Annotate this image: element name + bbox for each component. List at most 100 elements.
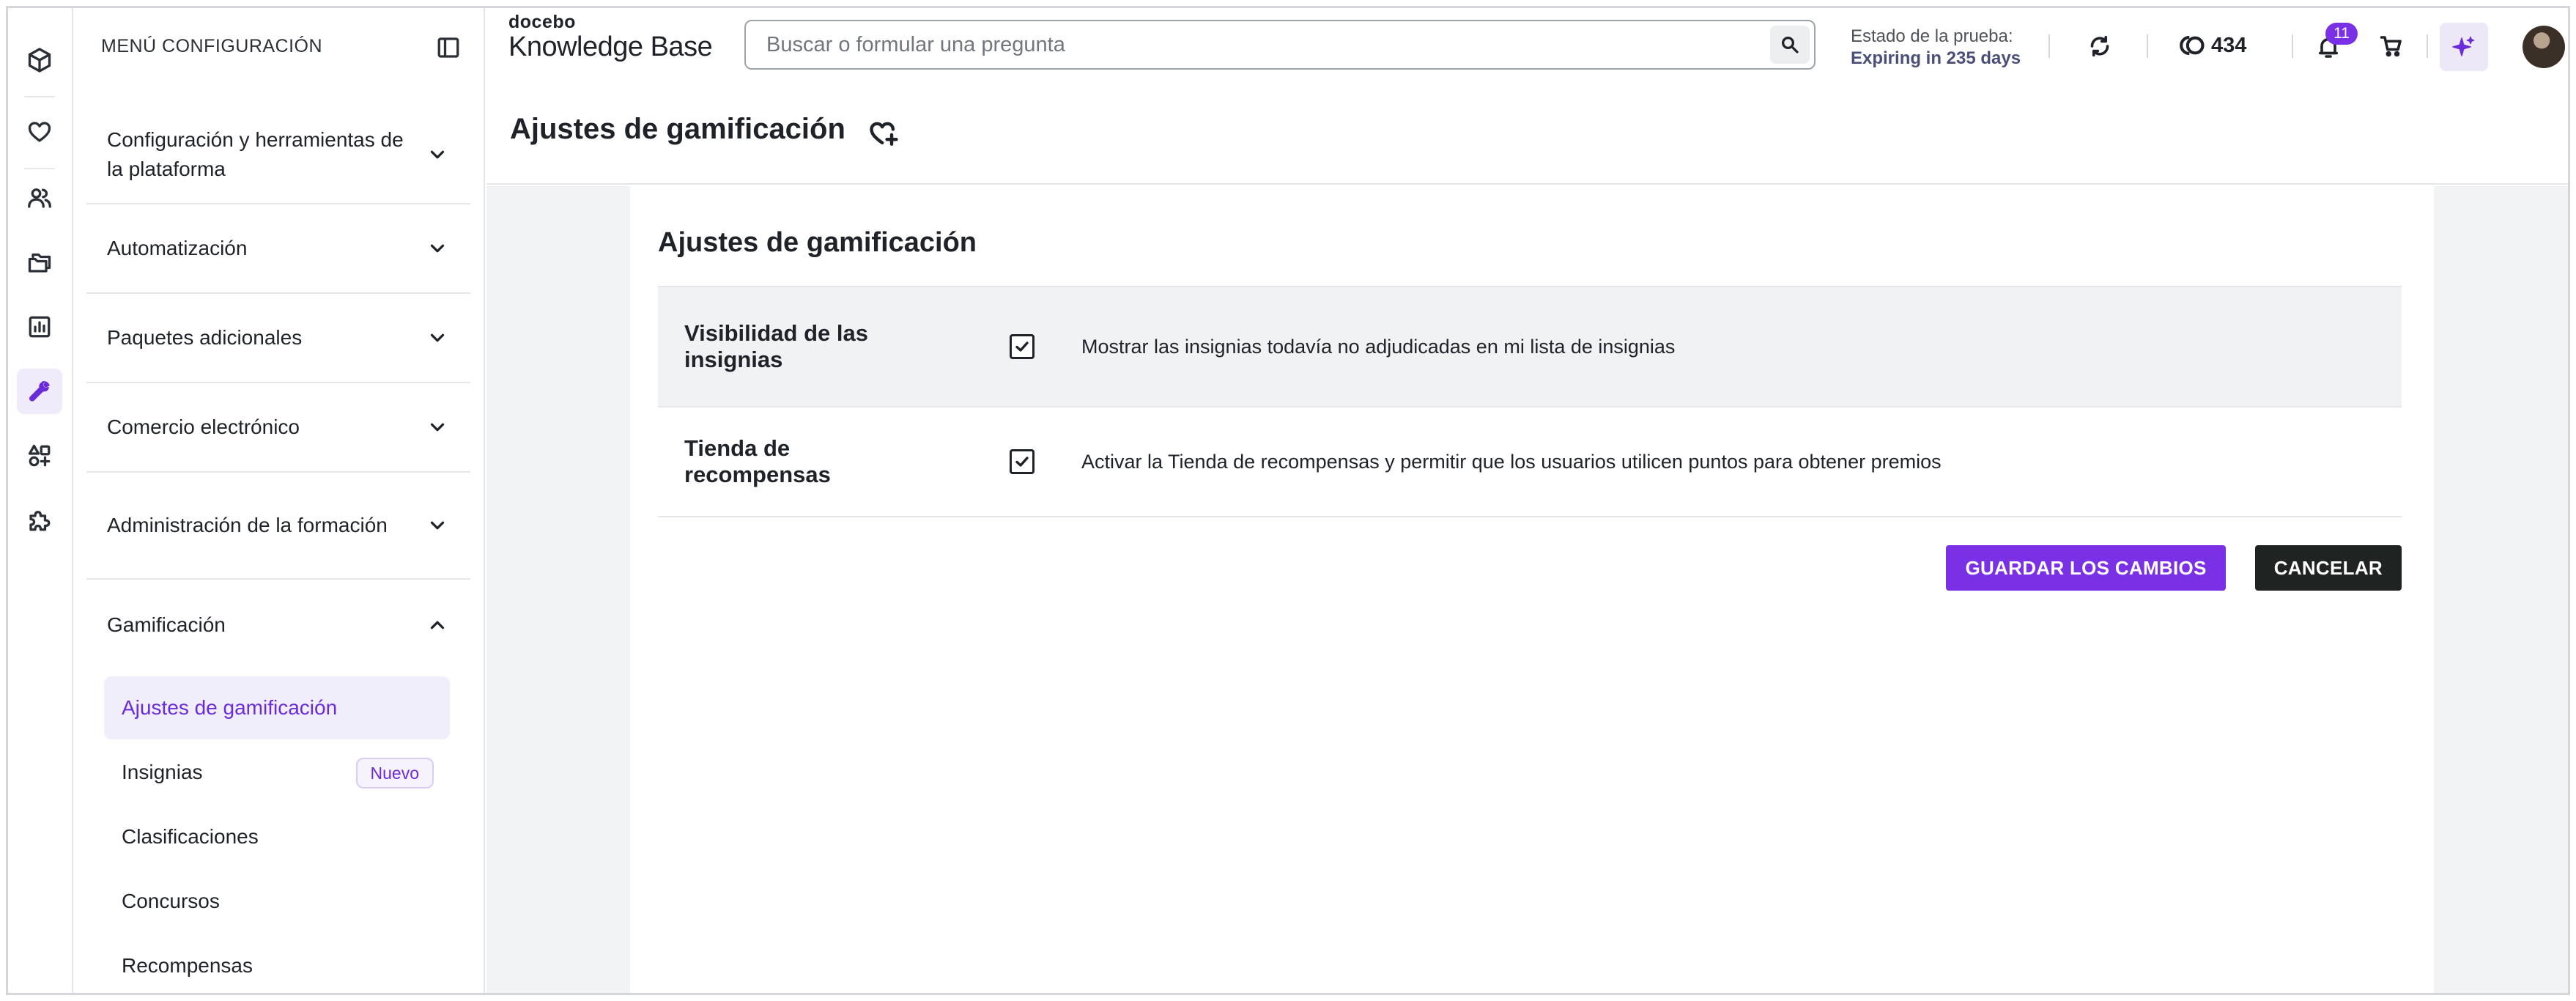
- logo-brand: docebo: [508, 12, 576, 32]
- sync-button[interactable]: [2079, 26, 2120, 67]
- new-badge: Nuevo: [355, 758, 434, 788]
- sidebar-item-contests[interactable]: Concursos: [104, 870, 450, 933]
- rail-item-users[interactable]: [17, 175, 62, 221]
- search-input[interactable]: [766, 32, 1719, 57]
- card-title: Ajustes de gamificación: [658, 227, 977, 258]
- logo-product: Knowledge Base: [508, 32, 713, 62]
- search-button[interactable]: [1770, 26, 1810, 64]
- heart-plus-icon: [870, 122, 898, 146]
- setting-description: Mostrar las insignias todavía no adjudic…: [1081, 335, 1676, 358]
- top-bar: docebo Knowledge Base Estado de la prueb…: [486, 8, 2568, 85]
- notification-count: 11: [2325, 23, 2358, 45]
- coins-counter[interactable]: 434: [2179, 32, 2246, 59]
- users-icon: [28, 188, 51, 208]
- setting-description: Activar la Tienda de recompensas y permi…: [1081, 450, 1942, 473]
- app-window: MENÚ CONFIGURACIÓN Configuración y herra…: [6, 6, 2570, 995]
- rail-item-cube[interactable]: [17, 37, 62, 83]
- shapes-icon: [28, 444, 51, 467]
- setting-row-rewards-store: Tienda de recompensas Activar la Tienda …: [658, 407, 2402, 517]
- heart-icon: [28, 122, 51, 142]
- rail-divider: [24, 168, 55, 169]
- cart-button[interactable]: [2371, 26, 2412, 67]
- form-actions: GUARDAR LOS CAMBIOS CANCELAR: [1946, 545, 2402, 591]
- sidebar-section-platform[interactable]: Configuración y herramientas de la plata…: [86, 106, 470, 204]
- chevron-down-icon: [426, 144, 448, 166]
- ai-assistant-button[interactable]: [2440, 23, 2488, 71]
- sidebar-section-label: Paquetes adicionales: [107, 326, 303, 349]
- add-favorite-button[interactable]: [867, 117, 900, 149]
- sidebar-section-label: Administración de la formación: [107, 514, 388, 536]
- page-title: Ajustes de gamificación: [510, 113, 845, 145]
- sidebar-item-rewards[interactable]: Recompensas: [104, 934, 450, 993]
- sidebar-item-label: Concursos: [122, 890, 220, 912]
- settings-sidebar: MENÚ CONFIGURACIÓN Configuración y herra…: [73, 8, 485, 993]
- trial-value[interactable]: Expiring in 235 days: [1851, 48, 2021, 70]
- sidebar-item-leaderboards[interactable]: Clasificaciones: [104, 805, 450, 868]
- sidebar-item-label: Clasificaciones: [122, 825, 259, 848]
- coins-icon: [2180, 35, 2205, 56]
- wrench-icon: [29, 381, 50, 402]
- rail-item-apps[interactable]: [17, 433, 62, 479]
- coins-value: 434: [2211, 33, 2247, 57]
- save-button[interactable]: GUARDAR LOS CAMBIOS: [1946, 545, 2226, 591]
- sidebar-section-gamification[interactable]: Gamificación: [86, 580, 470, 671]
- sidebar-item-gamification-settings[interactable]: Ajustes de gamificación: [104, 676, 450, 739]
- topbar-divider: [2048, 34, 2050, 58]
- page-header: Ajustes de gamificación: [486, 85, 2568, 185]
- sidebar-section-addons[interactable]: Paquetes adicionales: [86, 294, 470, 383]
- sparkle-icon: [2452, 36, 2475, 56]
- notifications-button[interactable]: 11: [2308, 23, 2358, 68]
- topbar-divider: [2292, 34, 2293, 58]
- sidebar-section-label: Automatización: [107, 237, 248, 259]
- rewards-store-checkbox[interactable]: [1010, 449, 1035, 474]
- rail-divider: [24, 96, 55, 97]
- chevron-down-icon: [426, 327, 448, 349]
- user-avatar[interactable]: [2523, 26, 2565, 68]
- sidebar-section-label: Comercio electrónico: [107, 415, 300, 438]
- check-icon: [1015, 457, 1029, 467]
- check-icon: [1015, 341, 1029, 352]
- settings-card: Ajustes de gamificación Visibilidad de l…: [630, 186, 2434, 993]
- chevron-down-icon: [426, 514, 448, 536]
- rail-item-reports[interactable]: [17, 304, 62, 350]
- trial-label: Estado de la prueba:: [1851, 26, 2013, 46]
- cart-icon: [2380, 36, 2402, 57]
- search-bar: [744, 20, 1816, 70]
- chart-icon: [29, 316, 51, 338]
- topbar-divider: [2147, 34, 2148, 58]
- sidebar-section-ecommerce[interactable]: Comercio electrónico: [86, 383, 470, 473]
- sync-icon: [2090, 35, 2109, 57]
- setting-label: Tienda de recompensas: [684, 435, 831, 487]
- sidebar-header: MENÚ CONFIGURACIÓN: [73, 8, 484, 85]
- rail-item-favorites[interactable]: [17, 109, 62, 155]
- sidebar-section-label: Gamificación: [107, 613, 226, 636]
- chevron-up-icon: [426, 614, 448, 636]
- sidebar-panel-icon: [437, 37, 459, 58]
- rail-item-extensions[interactable]: [17, 498, 62, 543]
- sidebar-item-label: Ajustes de gamificación: [122, 696, 338, 719]
- badge-visibility-checkbox[interactable]: [1010, 334, 1035, 359]
- cancel-button[interactable]: CANCELAR: [2254, 545, 2402, 591]
- setting-label: Visibilidad de las insignias: [684, 320, 868, 372]
- chevron-down-icon: [426, 416, 448, 438]
- sidebar-item-label: Insignias: [122, 761, 203, 783]
- icon-rail: [8, 8, 73, 993]
- sidebar-title: MENÚ CONFIGURACIÓN: [101, 36, 323, 56]
- content-area: Ajustes de gamificación Visibilidad de l…: [486, 186, 2568, 993]
- chevron-down-icon: [426, 237, 448, 259]
- collapse-sidebar-button[interactable]: [435, 34, 462, 61]
- trial-status: Estado de la prueba: Expiring in 235 day…: [1851, 26, 2021, 70]
- topbar-divider: [2427, 34, 2428, 58]
- rail-item-content[interactable]: [17, 240, 62, 285]
- puzzle-icon: [29, 511, 51, 531]
- sidebar-section-automation[interactable]: Automatización: [86, 204, 470, 294]
- sidebar-item-label: Recompensas: [122, 954, 253, 977]
- cube-icon: [28, 48, 51, 73]
- setting-row-badge-visibility: Visibilidad de las insignias Mostrar las…: [658, 286, 2402, 407]
- rail-item-settings[interactable]: [17, 369, 62, 414]
- search-icon: [1782, 37, 1799, 53]
- sidebar-item-badges[interactable]: Insignias Nuevo: [104, 741, 450, 804]
- app-logo[interactable]: docebo Knowledge Base: [508, 12, 713, 63]
- folders-icon: [28, 253, 51, 273]
- sidebar-section-training-admin[interactable]: Administración de la formación: [86, 473, 470, 580]
